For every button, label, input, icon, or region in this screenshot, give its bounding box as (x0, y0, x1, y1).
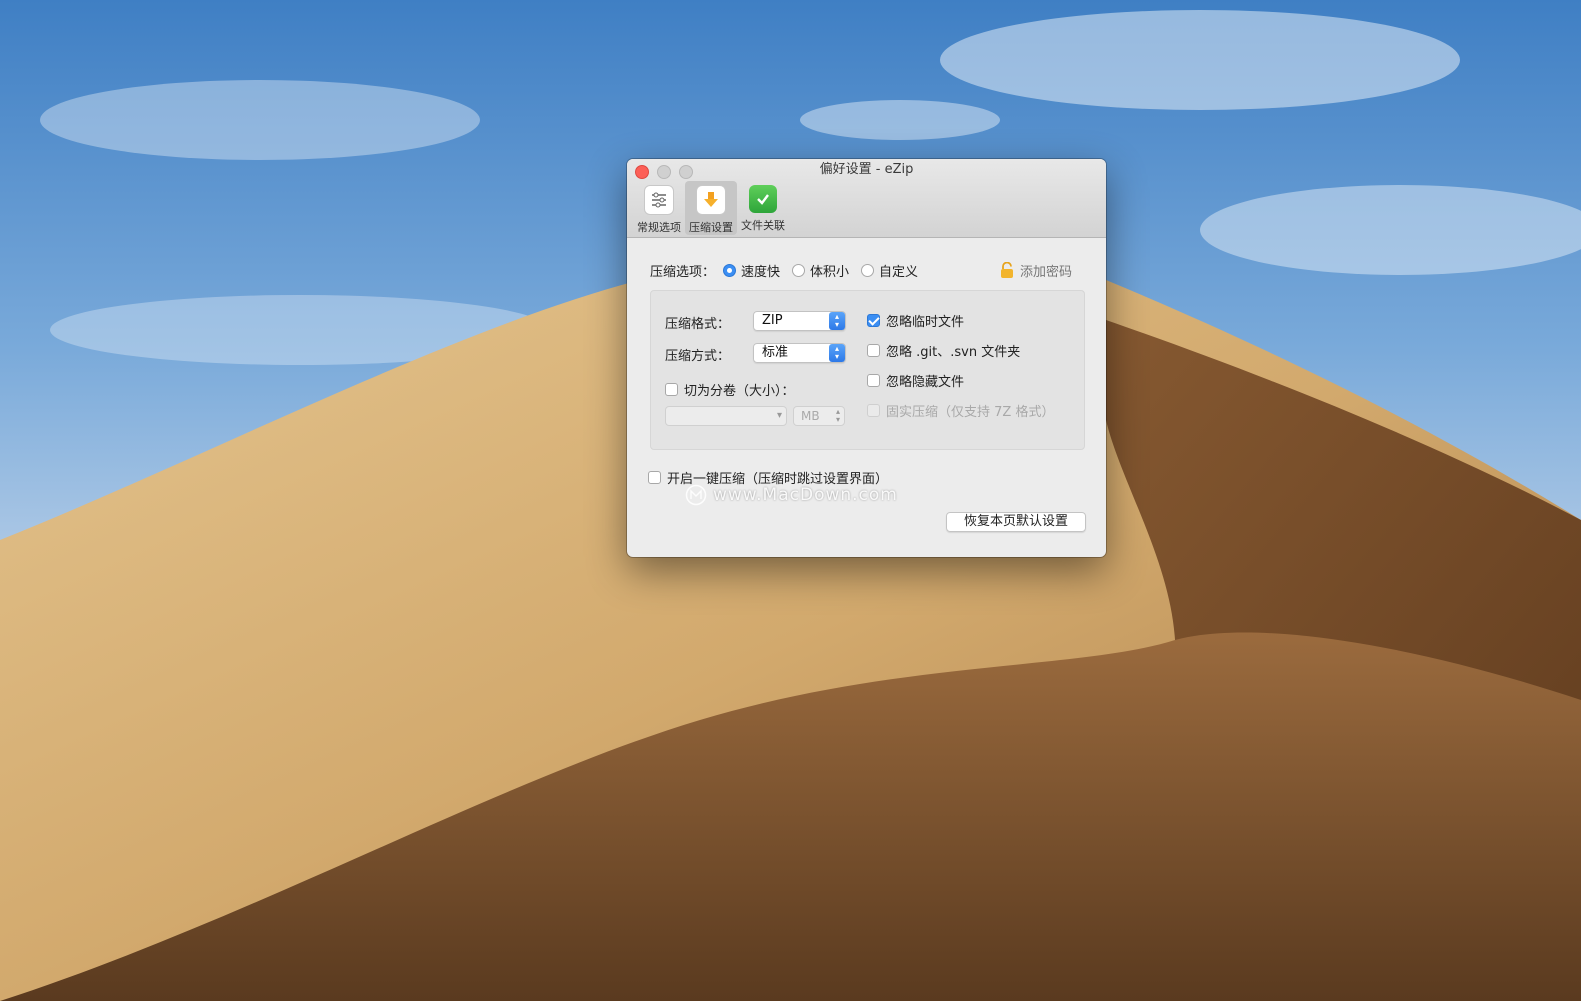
solid-compression-option: 固实压缩（仅支持 7Z 格式） (867, 401, 1054, 420)
compress-arrow-icon (696, 185, 726, 215)
tab-general[interactable]: 常规选项 (633, 181, 685, 235)
option-custom-radio[interactable] (861, 263, 875, 277)
option-fast-label: 速度快 (741, 264, 781, 280)
ignore-hidden-label: 忽略隐藏文件 (886, 375, 965, 390)
preferences-window: 偏好设置 - eZip 常规选项 压缩设置 文件关联 压缩选项： 速度快 体积小… (627, 159, 1106, 557)
compress-options-label: 压缩选项： (650, 264, 716, 280)
ignore-vcs-label: 忽略 .git、.svn 文件夹 (886, 345, 1021, 360)
title-bar: 偏好设置 - eZip 常规选项 压缩设置 文件关联 (627, 159, 1106, 238)
option-small-label: 体积小 (810, 264, 850, 280)
format-label: 压缩格式： (665, 317, 731, 332)
ignore-temp-label: 忽略临时文件 (886, 315, 965, 330)
split-volume-option[interactable]: 切为分卷（大小）： (665, 380, 795, 399)
ignore-hidden-option[interactable]: 忽略隐藏文件 (867, 371, 964, 390)
split-size-combo[interactable]: ▾ (665, 406, 787, 426)
option-fast[interactable]: 速度快 (723, 261, 780, 280)
ignore-vcs-option[interactable]: 忽略 .git、.svn 文件夹 (867, 341, 1020, 360)
tab-compression[interactable]: 压缩设置 (685, 181, 737, 235)
ignore-hidden-checkbox[interactable] (867, 374, 880, 387)
sliders-icon (644, 185, 674, 215)
option-small[interactable]: 体积小 (792, 261, 849, 280)
tab-general-label: 常规选项 (637, 221, 681, 234)
method-label: 压缩方式： (665, 349, 731, 364)
tab-compression-label: 压缩设置 (689, 221, 733, 234)
split-volume-checkbox[interactable] (665, 383, 678, 396)
lock-icon (1000, 262, 1013, 278)
one-key-compress-checkbox[interactable] (648, 471, 661, 484)
chevron-updown-icon: ▴ ▾ (835, 407, 840, 424)
compression-options-group: 压缩格式： ZIP ▴ ▾ 压缩方式： 标准 ▴ ▾ 切为分卷（大小）： ▾ MB … (650, 290, 1085, 450)
watermark: www.MacDown.com (685, 484, 898, 506)
ignore-temp-checkbox[interactable] (867, 314, 880, 327)
option-small-radio[interactable] (792, 263, 806, 277)
option-custom[interactable]: 自定义 (861, 261, 918, 280)
macdown-logo-icon (685, 484, 707, 506)
option-fast-radio[interactable] (723, 263, 737, 277)
split-unit-select[interactable]: MB ▴ ▾ (793, 406, 845, 426)
tab-file-association[interactable]: 文件关联 (737, 181, 789, 235)
restore-defaults-button[interactable]: 恢复本页默认设置 (946, 512, 1086, 532)
method-value: 标准 (762, 345, 789, 360)
add-password-label: 添加密码 (1019, 264, 1072, 280)
format-value: ZIP (762, 313, 783, 328)
chevron-updown-icon: ▴ ▾ (829, 344, 845, 362)
solid-compression-label: 固实压缩（仅支持 7Z 格式） (886, 405, 1055, 420)
watermark-text: www.MacDown.com (713, 485, 898, 505)
format-select[interactable]: ZIP ▴ ▾ (753, 311, 846, 331)
option-custom-label: 自定义 (879, 264, 919, 280)
add-password-button[interactable]: 添加密码 (1000, 261, 1072, 280)
chevron-down-icon: ▾ (776, 410, 782, 421)
method-select[interactable]: 标准 ▴ ▾ (753, 343, 846, 363)
solid-compression-checkbox (867, 404, 880, 417)
compress-options-row: 压缩选项： 速度快 体积小 自定义 添加密码 (650, 260, 1086, 280)
checkmark-file-icon (749, 185, 777, 213)
ignore-vcs-checkbox[interactable] (867, 344, 880, 357)
preferences-toolbar: 常规选项 压缩设置 文件关联 (633, 181, 789, 235)
split-volume-label: 切为分卷（大小）： (684, 384, 795, 399)
ignore-temp-option[interactable]: 忽略临时文件 (867, 311, 964, 330)
window-title: 偏好设置 - eZip (819, 162, 914, 177)
compression-settings-pane: 压缩选项： 速度快 体积小 自定义 添加密码 压缩格式： ZIP ▴ ▾ 压缩方… (627, 238, 1106, 557)
chevron-updown-icon: ▴ ▾ (829, 312, 845, 330)
tab-file-association-label: 文件关联 (741, 219, 785, 232)
split-unit-value: MB (801, 409, 820, 423)
